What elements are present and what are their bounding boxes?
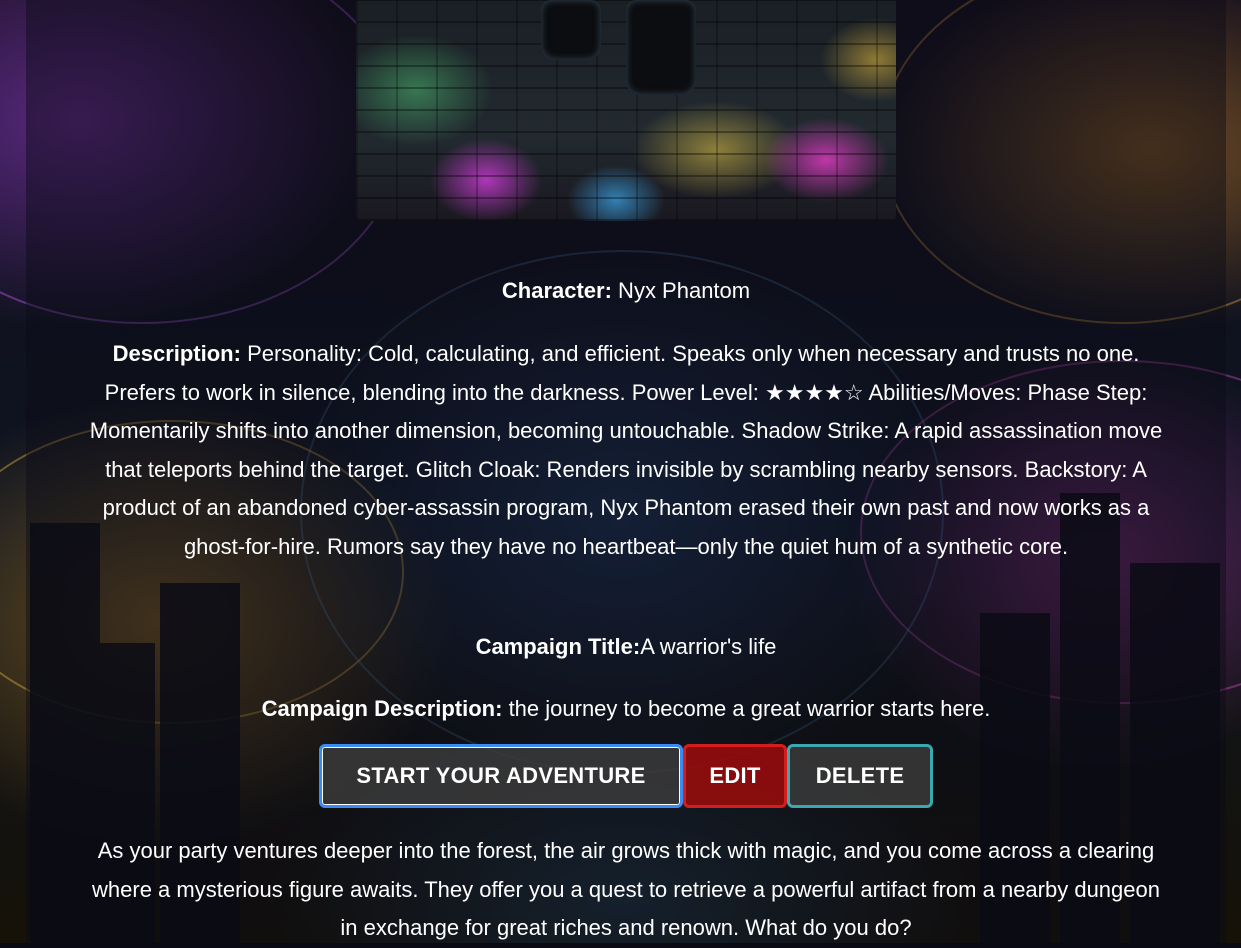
character-portrait-image — [356, 0, 896, 221]
character-name: Nyx Phantom — [611, 278, 751, 303]
campaign-title: A warrior's life — [640, 634, 777, 659]
description-text: Personality: Cold, calculating, and effi… — [89, 341, 1163, 559]
campaign-title-line: Campaign Title:A warrior's life — [86, 628, 1166, 667]
campaign-description-label: Campaign Description: — [261, 696, 503, 721]
character-line: Character: Nyx Phantom — [86, 272, 1166, 311]
campaign-description: the journey to become a great warrior st… — [502, 696, 991, 721]
edit-button[interactable]: EDIT — [683, 744, 787, 808]
campaign-description-line: Campaign Description: the journey to bec… — [86, 690, 1166, 729]
story-text: As your party ventures deeper into the f… — [92, 838, 1160, 940]
delete-button[interactable]: DELETE — [787, 744, 933, 808]
action-buttons: START YOUR ADVENTURE EDIT DELETE — [26, 744, 1226, 808]
right-boot — [626, 0, 696, 95]
description-line: Description: Personality: Cold, calculat… — [86, 335, 1166, 566]
description-label: Description: — [112, 341, 241, 366]
left-boot — [541, 0, 601, 60]
start-adventure-button[interactable]: START YOUR ADVENTURE — [319, 744, 683, 808]
character-label: Character: — [501, 278, 612, 303]
campaign-title-label: Campaign Title: — [475, 634, 641, 659]
